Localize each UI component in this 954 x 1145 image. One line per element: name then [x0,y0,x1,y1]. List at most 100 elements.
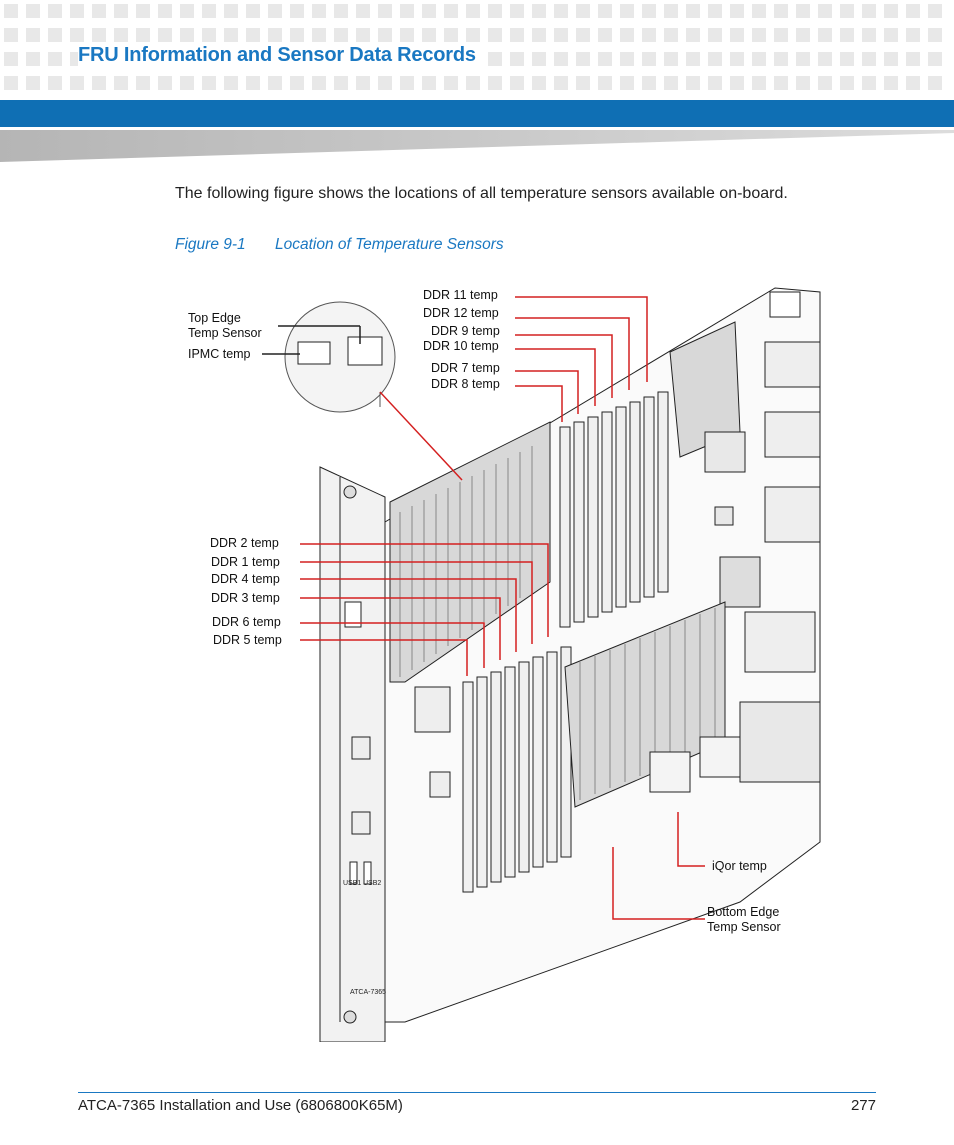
pattern-square [422,4,436,18]
pattern-square [224,4,238,18]
pattern-square [26,76,40,90]
pattern-square [466,4,480,18]
callout-line-ddr10 [515,348,596,406]
pattern-square [906,76,920,90]
pattern-square [642,76,656,90]
pattern-square [180,28,194,42]
pattern-square [136,76,150,90]
pattern-square [664,52,678,66]
pattern-square [378,28,392,42]
pattern-square [26,52,40,66]
pattern-square [378,76,392,90]
pattern-square [576,52,590,66]
pattern-square [488,76,502,90]
pattern-square [862,28,876,42]
pattern-square [400,76,414,90]
pattern-square [466,28,480,42]
figure-caption: Figure 9-1 Location of Temperature Sensor… [175,236,504,254]
label-ddr2-temp: DDR 2 temp [210,536,279,550]
pattern-square [26,28,40,42]
pattern-square [598,28,612,42]
pattern-square [598,4,612,18]
pattern-square [114,76,128,90]
callout-line-ddr9 [515,334,613,398]
label-bottom-edge-2: Temp Sensor [707,920,781,934]
pattern-square [290,4,304,18]
pattern-square [554,52,568,66]
pattern-square [554,28,568,42]
pattern-square [796,4,810,18]
pattern-square [730,52,744,66]
pattern-square [70,76,84,90]
pattern-square [774,52,788,66]
footer-rule [78,1092,876,1093]
pattern-square [400,28,414,42]
pattern-square [400,4,414,18]
figure-number: Figure 9-1 [175,236,246,253]
pattern-square [928,28,942,42]
temperature-sensor-figure: Top Edge Temp Sensor IPMC temp DDR 11 te… [180,282,840,1043]
pattern-square [114,28,128,42]
pattern-square [686,4,700,18]
pattern-square [488,28,502,42]
section-title: FRU Information and Sensor Data Records [78,42,480,69]
label-iqor-temp: iQor temp [712,859,767,873]
pattern-square [510,28,524,42]
pattern-square [290,76,304,90]
pattern-square [818,4,832,18]
pattern-square [642,52,656,66]
pattern-square [48,28,62,42]
label-ddr9-temp: DDR 9 temp [431,324,500,338]
pattern-square [840,52,854,66]
pattern-square [818,52,832,66]
pattern-square [158,76,172,90]
pattern-square [554,76,568,90]
label-ddr1-temp: DDR 1 temp [211,555,280,569]
pattern-square [334,4,348,18]
callout-line-ddr8 [515,385,563,422]
pattern-square [818,76,832,90]
pattern-square [840,28,854,42]
pattern-square [114,4,128,18]
pattern-square [532,4,546,18]
pattern-square [884,76,898,90]
pattern-square [70,28,84,42]
label-ddr10-temp: DDR 10 temp [423,339,499,353]
label-ddr4-temp: DDR 4 temp [211,572,280,586]
pattern-square [202,76,216,90]
pattern-square [48,4,62,18]
pattern-square [4,28,18,42]
pattern-square [48,76,62,90]
pattern-square [510,52,524,66]
pattern-square [686,52,700,66]
pattern-square [378,4,392,18]
pattern-square [774,76,788,90]
faceplate-model-label: ATCA-7365 [350,989,386,996]
pattern-square [488,52,502,66]
label-top-edge-2: Temp Sensor [188,326,262,340]
pattern-square [532,52,546,66]
label-ipmc-temp: IPMC temp [188,347,251,361]
pattern-square [26,4,40,18]
pattern-square [510,76,524,90]
intro-paragraph: The following figure shows the locations… [175,185,788,202]
label-ddr11-temp: DDR 11 temp [423,288,498,302]
pattern-square [884,52,898,66]
pattern-square [620,28,634,42]
pattern-square [554,4,568,18]
pattern-square [730,76,744,90]
pattern-square [708,4,722,18]
pattern-square [686,28,700,42]
pattern-square [356,4,370,18]
pattern-square [444,28,458,42]
pattern-square [136,28,150,42]
header-grey-wedge [0,130,954,162]
pattern-square [884,4,898,18]
pattern-square [796,52,810,66]
pattern-square [312,28,326,42]
pattern-square [422,28,436,42]
pattern-square [664,28,678,42]
label-ddr8-temp: DDR 8 temp [431,377,500,391]
pattern-square [356,76,370,90]
pattern-square [928,52,942,66]
